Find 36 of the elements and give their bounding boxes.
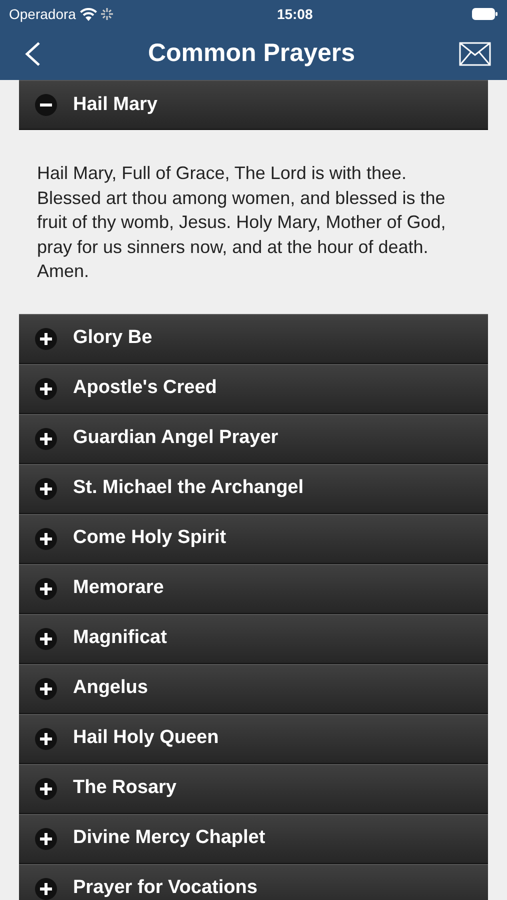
prayer-header[interactable]: St. Michael the Archangel: [19, 464, 488, 514]
prayer-header[interactable]: Hail Holy Queen: [19, 714, 488, 764]
minus-icon: [35, 94, 57, 116]
plus-icon: [35, 678, 57, 700]
plus-icon: [35, 528, 57, 550]
plus-icon: [35, 378, 57, 400]
screen-title: Common Prayers: [146, 38, 356, 70]
prayer-header[interactable]: Hail Mary: [19, 80, 488, 130]
plus-icon: [35, 328, 57, 350]
clock-time: 15:08: [276, 4, 313, 24]
activity-icon: [100, 8, 113, 20]
plus-icon: [35, 578, 57, 600]
prayer-text: Hail Mary, Full of Grace, The Lord is with thee. Blessed art thou among women, and blessed is the fruit of thy womb, Jesus. Holy Mary, Mother of God, pray for us sinners now, and at the hour of death. Amen.: [36, 162, 447, 283]
plus-icon: [35, 778, 57, 800]
carrier-name: Operadora: [9, 4, 76, 24]
plus-icon: [35, 428, 57, 450]
prayer-header[interactable]: Glory Be: [19, 314, 488, 364]
prayer-header[interactable]: Apostle's Creed: [19, 364, 488, 414]
prayer-header[interactable]: Come Holy Spirit: [19, 514, 488, 564]
prayer-header[interactable]: Prayer for Vocations: [19, 864, 488, 900]
plus-icon: [35, 478, 57, 500]
prayer-header[interactable]: The Rosary: [19, 764, 488, 814]
envelope-icon: [459, 42, 491, 66]
prayer-header[interactable]: Memorare: [19, 564, 488, 614]
plus-icon: [35, 728, 57, 750]
prayer-header[interactable]: Magnificat: [19, 614, 488, 664]
plus-icon: [35, 828, 57, 850]
prayer-header[interactable]: Divine Mercy Chaplet: [19, 814, 488, 864]
battery-icon: [472, 8, 498, 20]
prayer-header[interactable]: Guardian Angel Prayer: [19, 414, 488, 464]
back-icon: [24, 41, 42, 67]
mail-button[interactable]: [459, 42, 491, 66]
plus-icon: [35, 628, 57, 650]
wifi-icon: [80, 8, 97, 20]
plus-icon: [35, 878, 57, 900]
prayer-header[interactable]: Angelus: [19, 664, 488, 714]
